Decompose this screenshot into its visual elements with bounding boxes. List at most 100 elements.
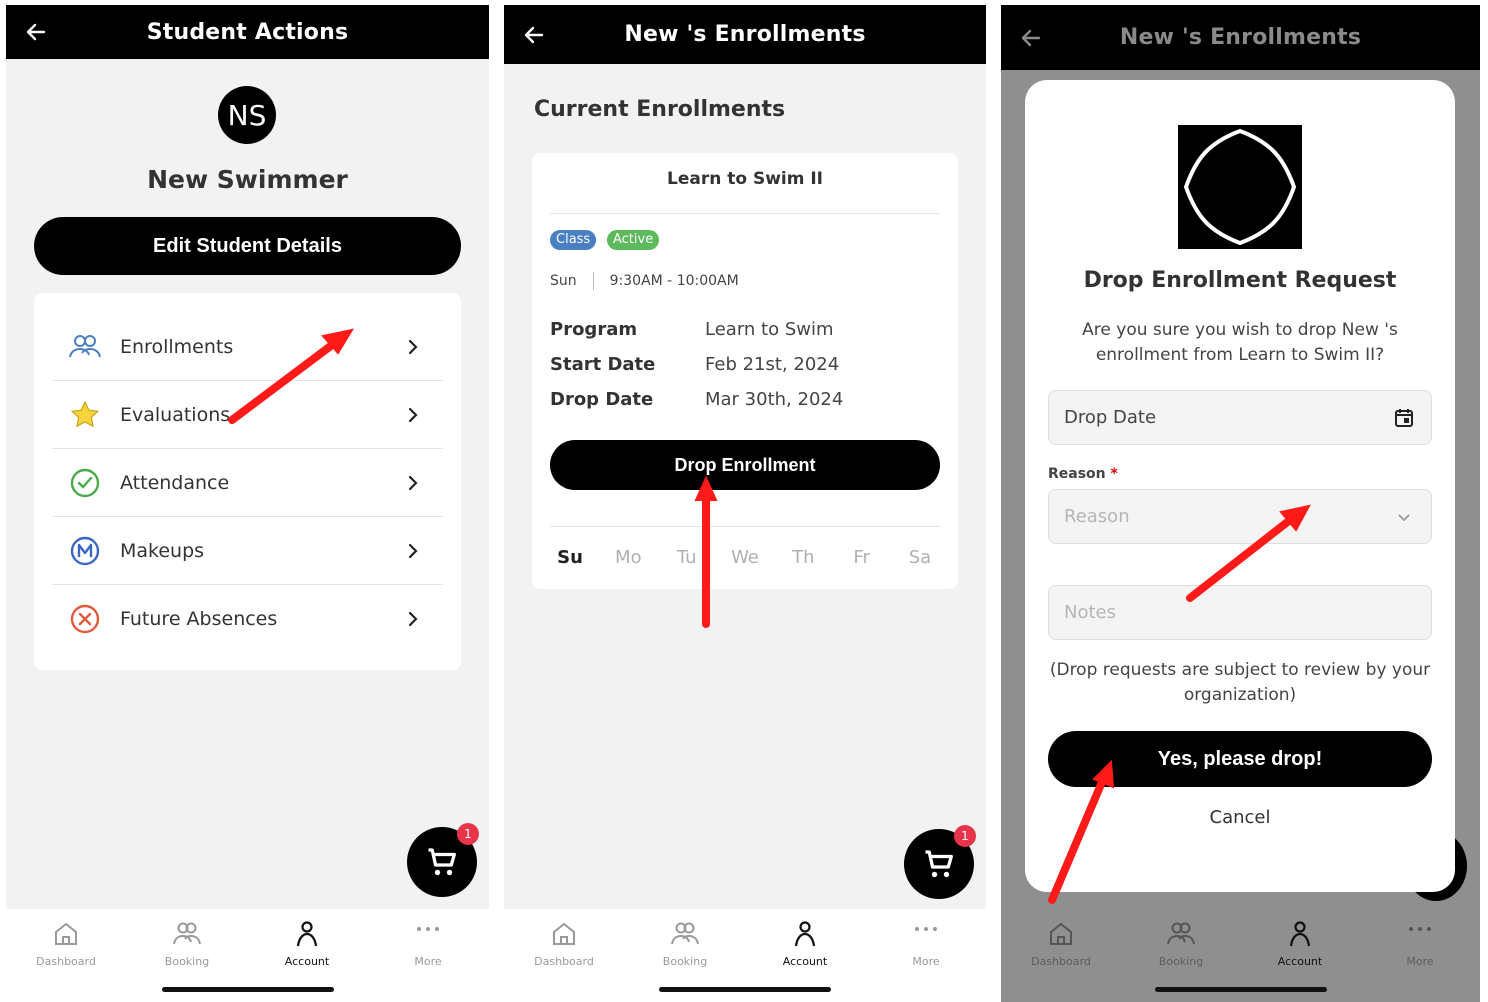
check-circle-icon bbox=[68, 466, 102, 500]
menu-item-enrollments[interactable]: Enrollments bbox=[52, 313, 443, 381]
tab-label: Dashboard bbox=[36, 955, 96, 968]
student-actions-menu: Enrollments Evaluations Attendance Makeu… bbox=[34, 293, 461, 670]
notes-placeholder: Notes bbox=[1064, 602, 1116, 623]
avatar: NS bbox=[218, 86, 276, 144]
tab-label: More bbox=[912, 955, 940, 968]
bottom-tab-bar: Dashboard Booking Account More bbox=[6, 909, 489, 1002]
section-title: Current Enrollments bbox=[534, 97, 786, 122]
notes-field[interactable]: Notes bbox=[1048, 585, 1432, 640]
menu-item-makeups[interactable]: Makeups bbox=[52, 517, 443, 585]
tab-more[interactable]: More bbox=[1370, 919, 1470, 968]
menu-item-label: Enrollments bbox=[120, 335, 234, 358]
menu-item-evaluations[interactable]: Evaluations bbox=[52, 381, 443, 449]
back-arrow-icon[interactable] bbox=[24, 20, 48, 44]
tab-label: Booking bbox=[1158, 955, 1204, 968]
calendar-icon[interactable] bbox=[1393, 407, 1415, 429]
tab-booking[interactable]: Booking bbox=[1131, 919, 1231, 968]
home-indicator bbox=[659, 987, 831, 992]
tab-booking[interactable]: Booking bbox=[635, 919, 735, 968]
home-icon bbox=[1050, 922, 1072, 945]
tab-dashboard[interactable]: Dashboard bbox=[16, 919, 116, 968]
day-fr[interactable]: Fr bbox=[842, 547, 882, 568]
organization-logo bbox=[1178, 125, 1302, 249]
tab-booking[interactable]: Booking bbox=[137, 919, 237, 968]
page-title: New 's Enrollments bbox=[624, 22, 866, 47]
cart-badge: 1 bbox=[954, 825, 976, 847]
drop-enrollment-button[interactable]: Drop Enrollment bbox=[550, 440, 940, 490]
menu-item-label: Attendance bbox=[120, 471, 230, 494]
cart-icon bbox=[925, 850, 953, 878]
day-su[interactable]: Su bbox=[550, 547, 590, 568]
menu-item-future-absences[interactable]: Future Absences bbox=[52, 585, 443, 653]
tab-account[interactable]: Account bbox=[1250, 919, 1350, 968]
home-indicator bbox=[1154, 987, 1327, 992]
cancel-link[interactable]: Cancel bbox=[1025, 807, 1455, 828]
menu-item-label: Makeups bbox=[120, 539, 205, 562]
chevron-right-icon bbox=[408, 611, 418, 627]
tab-label: Account bbox=[1277, 955, 1323, 968]
tab-more[interactable]: More bbox=[876, 919, 976, 968]
day-sa[interactable]: Sa bbox=[900, 547, 940, 568]
edit-student-details-button[interactable]: Edit Student Details bbox=[34, 217, 461, 275]
m-circle-icon bbox=[68, 534, 102, 568]
cart-button[interactable]: 1 bbox=[407, 823, 479, 897]
person-icon bbox=[1289, 921, 1311, 947]
drop-date-field[interactable]: Drop Date bbox=[1048, 390, 1432, 445]
schedule-day: Sun bbox=[550, 273, 577, 289]
home-icon bbox=[55, 922, 77, 945]
header-bar: New 's Enrollments bbox=[504, 5, 986, 64]
reason-label: Reason * bbox=[1048, 466, 1118, 482]
weekday-selector: Su Mo Tu We Th Fr Sa bbox=[550, 526, 940, 568]
student-name: New Swimmer bbox=[147, 165, 348, 194]
tab-label: Booking bbox=[164, 955, 210, 968]
back-arrow-icon[interactable] bbox=[522, 23, 546, 47]
drop-enrollment-modal: Drop Enrollment Request Are you sure you… bbox=[1025, 80, 1455, 892]
back-arrow-icon[interactable] bbox=[1019, 26, 1043, 50]
chevron-right-icon bbox=[408, 407, 418, 422]
cart-button[interactable]: 1 bbox=[904, 825, 976, 899]
home-indicator bbox=[161, 987, 334, 992]
person-icon bbox=[794, 921, 816, 947]
detail-key: Start Date bbox=[550, 354, 656, 375]
detail-key: Drop Date bbox=[550, 389, 654, 410]
header-bar: New 's Enrollments bbox=[1001, 5, 1480, 70]
more-dots-icon bbox=[915, 927, 937, 931]
menu-item-attendance[interactable]: Attendance bbox=[52, 449, 443, 517]
people-icon bbox=[68, 330, 102, 364]
menu-item-label: Evaluations bbox=[120, 403, 231, 426]
status-badge: Active bbox=[607, 230, 660, 250]
people-icon bbox=[671, 922, 699, 945]
drop-date-placeholder: Drop Date bbox=[1064, 407, 1157, 428]
student-actions-screen: Student Actions NS New Swimmer Edit Stud… bbox=[6, 5, 489, 1002]
cart-icon bbox=[428, 848, 456, 876]
bottom-tab-bar: Dashboard Booking Account More bbox=[504, 909, 986, 1002]
x-circle-icon bbox=[68, 602, 102, 636]
tab-account[interactable]: Account bbox=[755, 919, 855, 968]
day-we[interactable]: We bbox=[725, 547, 765, 568]
chevron-right-icon bbox=[408, 543, 418, 558]
tab-account[interactable]: Account bbox=[257, 919, 357, 968]
day-mo[interactable]: Mo bbox=[608, 547, 648, 568]
bottom-tab-bar: Dashboard Booking Account More bbox=[1001, 909, 1480, 1002]
people-icon bbox=[1167, 922, 1195, 945]
modal-message: Are you sure you wish to drop New 's enr… bbox=[1082, 320, 1398, 365]
schedule: Sun 9:30AM - 10:00AM bbox=[550, 272, 739, 290]
drop-request-screen: New 's Enrollments Dashboard Booking Acc… bbox=[1001, 5, 1480, 1002]
class-badge: Class bbox=[550, 230, 597, 250]
tab-more[interactable]: More bbox=[378, 919, 478, 968]
detail-value: Learn to Swim bbox=[705, 319, 834, 340]
tab-label: Dashboard bbox=[534, 955, 594, 968]
tab-label: Account bbox=[782, 955, 828, 968]
class-name: Learn to Swim II bbox=[550, 169, 940, 214]
confirm-drop-button[interactable]: Yes, please drop! bbox=[1048, 731, 1432, 787]
day-tu[interactable]: Tu bbox=[667, 547, 707, 568]
divider bbox=[592, 272, 594, 290]
tab-dashboard[interactable]: Dashboard bbox=[1011, 919, 1111, 968]
day-th[interactable]: Th bbox=[783, 547, 823, 568]
reason-select[interactable]: Reason bbox=[1048, 489, 1432, 544]
tab-label: More bbox=[1406, 955, 1434, 968]
reason-placeholder: Reason bbox=[1064, 506, 1130, 527]
tab-dashboard[interactable]: Dashboard bbox=[514, 919, 614, 968]
chevron-down-icon bbox=[1398, 513, 1410, 521]
more-dots-icon bbox=[417, 927, 439, 931]
